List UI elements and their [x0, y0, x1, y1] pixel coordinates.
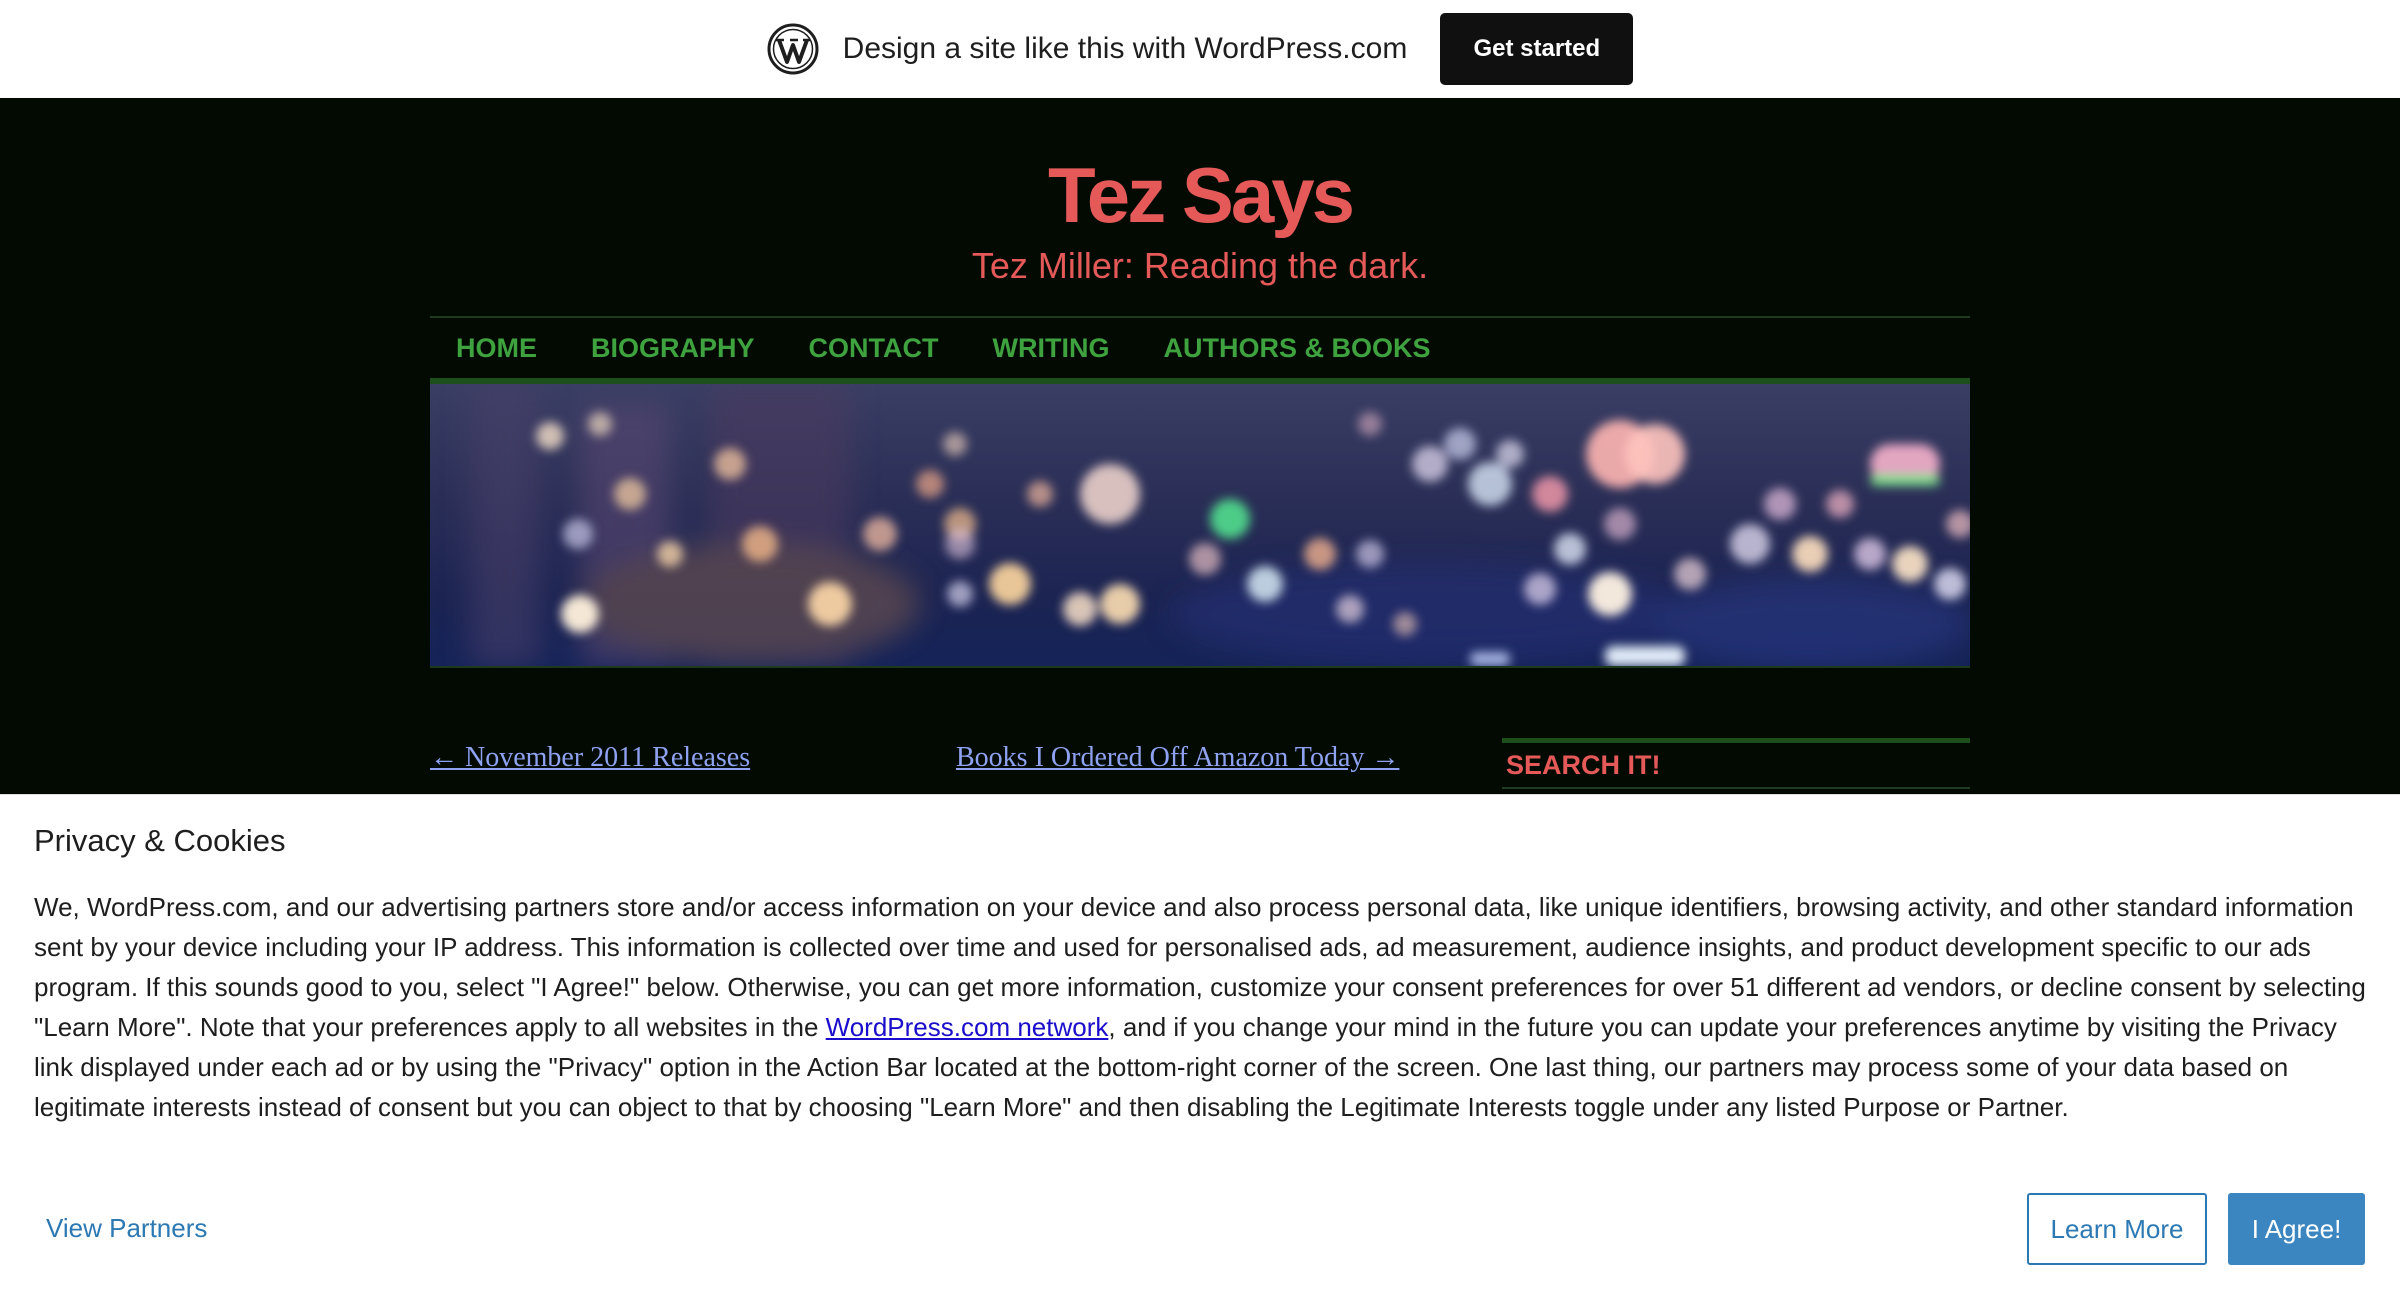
privacy-title: Privacy & Cookies	[34, 823, 286, 858]
next-post-link[interactable]: Books I Ordered Off Amazon Today →	[956, 742, 1399, 774]
nav-item-contact[interactable]: CONTACT	[809, 333, 939, 364]
promo-text: Design a site like this with WordPress.c…	[842, 32, 1408, 65]
nav-item-biography[interactable]: BIOGRAPHY	[591, 333, 755, 364]
get-started-button[interactable]: Get started	[1440, 13, 1634, 85]
nav-item-writing[interactable]: WRITING	[993, 333, 1110, 364]
wordpress-promo-bar: Design a site like this with WordPress.c…	[0, 0, 2400, 98]
agree-button[interactable]: I Agree!	[2228, 1193, 2365, 1265]
wordpress-network-link[interactable]: WordPress.com network	[826, 1012, 1109, 1042]
view-partners-link[interactable]: View Partners	[46, 1213, 207, 1244]
header-divider	[430, 666, 1970, 668]
wordpress-logo-icon[interactable]	[767, 23, 819, 75]
header-image	[430, 384, 1970, 666]
learn-more-button[interactable]: Learn More	[2027, 1193, 2207, 1265]
sidebar-divider	[1502, 787, 1970, 789]
main-navigation: HOME BIOGRAPHY CONTACT WRITING AUTHORS &…	[430, 318, 1970, 378]
privacy-banner: Privacy & Cookies We, WordPress.com, and…	[0, 794, 2400, 1298]
site-title[interactable]: Tez Says	[0, 150, 2400, 241]
previous-post-link[interactable]: ← November 2011 Releases	[430, 742, 750, 774]
nav-item-authors-books[interactable]: AUTHORS & BOOKS	[1164, 333, 1431, 364]
nav-item-home[interactable]: HOME	[456, 333, 537, 364]
sidebar-divider	[1502, 738, 1970, 743]
search-widget-heading: SEARCH IT!	[1506, 750, 1661, 780]
site-tagline: Tez Miller: Reading the dark.	[971, 245, 1429, 286]
privacy-text: We, WordPress.com, and our advertising p…	[34, 887, 2374, 1127]
